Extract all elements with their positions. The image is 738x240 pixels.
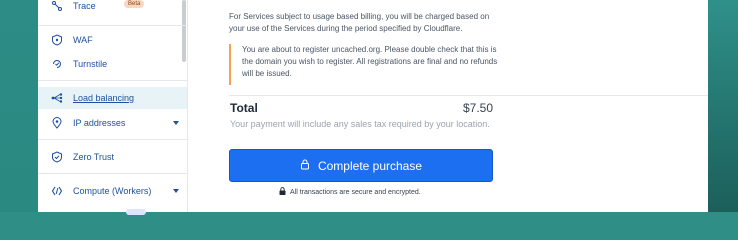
sidebar-item-compute-workers[interactable]: Compute (Workers) — [38, 180, 187, 202]
chevron-down-icon[interactable] — [173, 189, 179, 193]
registration-warning: You are about to register uncached.org. … — [229, 44, 499, 85]
sidebar-divider — [38, 25, 187, 26]
sidebar-item-ip-addresses[interactable]: IP addresses — [38, 112, 187, 134]
compute-icon — [51, 185, 63, 197]
badge-partial — [126, 209, 146, 215]
desktop-background-right — [708, 0, 738, 212]
sidebar-divider — [38, 173, 187, 174]
sidebar-item-zero-trust[interactable]: Zero Trust — [38, 146, 187, 168]
sidebar: Trace Beta WAF Turnstile Load balancing — [38, 0, 188, 215]
location-pin-icon — [51, 117, 63, 129]
billing-notice: For Services subject to usage based bill… — [229, 12, 490, 33]
lock-icon — [300, 159, 310, 173]
secure-note-text: All transactions are secure and encrypte… — [290, 188, 421, 196]
sidebar-item-label: WAF — [73, 35, 93, 45]
sidebar-item-label: Load balancing — [73, 93, 135, 103]
trace-icon — [51, 0, 63, 12]
waf-icon — [51, 34, 63, 46]
chevron-down-icon[interactable] — [173, 121, 179, 125]
sidebar-item-waf[interactable]: WAF — [38, 29, 187, 51]
beta-badge: Beta — [124, 0, 145, 8]
sidebar-item-load-balancing[interactable]: Load balancing — [38, 87, 187, 109]
desktop-background-left — [0, 0, 38, 212]
sidebar-item-label: Trace — [73, 1, 96, 11]
sidebar-item-label: Compute (Workers) — [73, 186, 152, 196]
total-label: Total — [230, 101, 258, 115]
secure-note: All transactions are secure and encrypte… — [279, 187, 421, 197]
sidebar-item-label: IP addresses — [73, 118, 126, 128]
zero-trust-icon — [51, 151, 63, 163]
sidebar-item-label: Zero Trust — [73, 152, 115, 162]
lock-icon — [279, 187, 286, 197]
sidebar-divider — [38, 139, 187, 140]
load-balancing-icon — [51, 92, 63, 104]
turnstile-icon — [51, 58, 63, 70]
sidebar-item-label: Turnstile — [73, 59, 108, 69]
browser-page: Trace Beta WAF Turnstile Load balancing — [38, 0, 708, 215]
tax-note: Your payment will include any sales tax … — [230, 119, 490, 129]
sidebar-item-turnstile[interactable]: Turnstile — [38, 53, 187, 75]
warning-text: You are about to register uncached.org. … — [242, 45, 498, 78]
complete-purchase-button[interactable]: Complete purchase — [229, 149, 493, 182]
checkout-panel: For Services subject to usage based bill… — [188, 0, 708, 212]
total-price: $7.50 — [463, 101, 494, 115]
sidebar-divider — [38, 80, 187, 81]
divider — [229, 95, 708, 96]
sidebar-item-trace[interactable]: Trace Beta — [38, 0, 187, 17]
complete-purchase-label: Complete purchase — [317, 158, 423, 173]
